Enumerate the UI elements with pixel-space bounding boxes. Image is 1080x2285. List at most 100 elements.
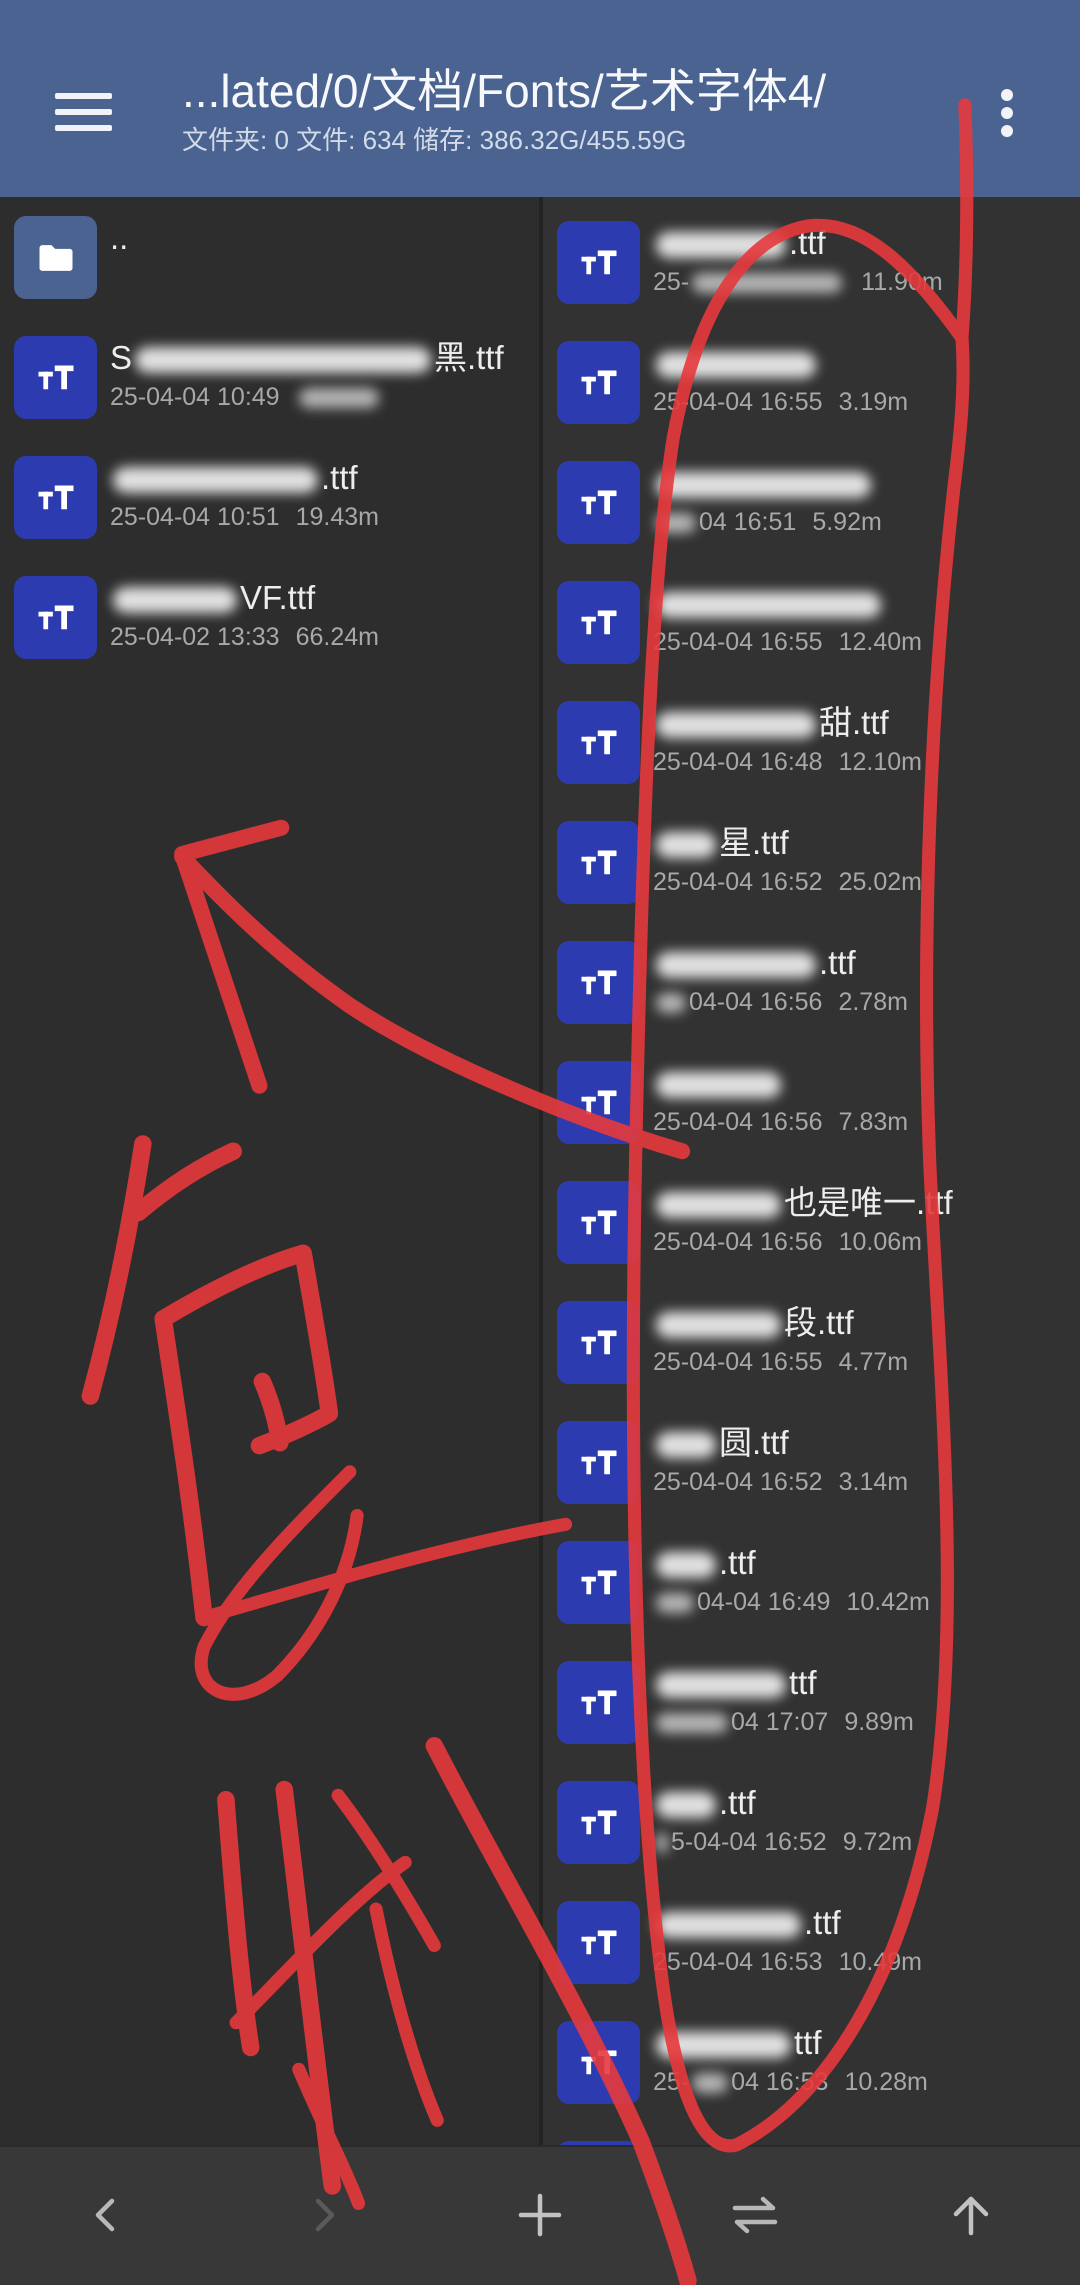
file-size: 11.90m (861, 268, 943, 296)
file-name-suffix: 黑.ttf (434, 339, 504, 376)
file-meta: 04-04 16:56 2.78m (653, 986, 908, 1018)
font-file-row[interactable]: .ttf 25- 11.90m (543, 202, 1080, 322)
file-name-suffix: .ttf (719, 1784, 756, 1821)
font-file-icon (14, 456, 97, 539)
file-name (653, 1063, 784, 1103)
font-file-row[interactable]: 星.ttf 25-04-04 16:52 25.02m (543, 802, 1080, 922)
font-file-row[interactable]: .ttf 5-04-04 16:52 9.72m (543, 1762, 1080, 1882)
file-size: 66.24m (295, 623, 379, 651)
file-date: 04-04 16:56 (689, 988, 823, 1016)
file-meta: 25- 04 16:53 10.28m (653, 2066, 928, 2098)
file-size: 12.40m (838, 628, 922, 656)
file-name-suffix: VF.ttf (240, 579, 316, 616)
blurred-text (656, 832, 716, 859)
file-date: 25-04-04 16:55 (653, 388, 823, 416)
font-file-icon (557, 1061, 640, 1144)
font-file-row[interactable]: 25-04-04 16:56 7.83m (543, 1042, 1080, 1162)
file-name-suffix: ttf (789, 1664, 817, 1701)
font-file-icon (557, 1661, 640, 1744)
file-name-suffix: 星.ttf (719, 824, 789, 861)
file-size: 25.02m (838, 868, 922, 896)
file-date: 04 16:51 (699, 508, 797, 536)
font-file-icon (557, 701, 640, 784)
font-file-row[interactable]: VF.ttf 25-04-02 13:33 66.24m (0, 557, 539, 677)
font-file-row[interactable]: 也是唯一.ttf 25-04-04 16:56 10.06m (543, 1162, 1080, 1282)
blurred-text (656, 1833, 668, 1854)
file-name-suffix: .ttf (819, 944, 856, 981)
font-file-icon (557, 941, 640, 1024)
file-date: 04 16:53 (731, 2068, 829, 2096)
file-size: 10.06m (838, 1228, 922, 1256)
blurred-text (113, 467, 318, 494)
more-vertical-icon[interactable] (995, 86, 1019, 140)
font-file-row[interactable]: .ttf 25-04-04 10:51 19.43m (0, 437, 539, 557)
file-meta: 25-04-04 16:55 4.77m (653, 1346, 908, 1378)
folder-icon (14, 216, 97, 299)
hamburger-menu-icon[interactable] (55, 93, 112, 131)
font-file-icon (557, 461, 640, 544)
font-file-row[interactable]: .ttf 04-04 16:56 2.78m (543, 922, 1080, 1042)
font-file-row[interactable]: S 黑.ttf 25-04-04 10:49 (0, 317, 539, 437)
file-size: 12.10m (838, 748, 922, 776)
file-meta: 25-04-04 16:48 12.10m (653, 746, 922, 778)
file-name-prefix: S (110, 339, 133, 376)
blurred-text (656, 352, 816, 379)
left-file-pane[interactable]: .. S 黑.ttf 25-04-04 10:49 .ttf 25-04-04 10:51… (0, 197, 539, 2145)
font-file-row[interactable]: 甜.ttf 25-04-04 16:48 12.10m (543, 682, 1080, 802)
back-chevron-icon (95, 2198, 115, 2232)
font-file-row[interactable]: 04 16:51 5.92m (543, 442, 1080, 562)
blurred-text (656, 1432, 716, 1459)
blurred-text (656, 472, 871, 499)
file-date: 04 17:07 (731, 1708, 829, 1736)
file-date: 25-04-04 16:53 (653, 1948, 823, 1976)
font-file-row[interactable]: 圆.ttf 25-04-04 16:52 3.14m (543, 1402, 1080, 1522)
font-file-row[interactable]: 25-04-04 16:55 3.19m (543, 322, 1080, 442)
file-date: 25-04-04 16:56 (653, 1108, 823, 1136)
file-date: 25-04-04 16:55 (653, 1348, 823, 1376)
add-button[interactable] (510, 2185, 570, 2245)
file-name: .ttf (653, 1543, 756, 1583)
parent-folder-row[interactable]: .. (0, 197, 539, 317)
font-file-row[interactable]: ttf 04 17:07 9.89m (543, 1642, 1080, 1762)
file-name-suffix: .ttf (719, 1544, 756, 1581)
font-file-icon (557, 581, 640, 664)
blurred-text (656, 1593, 694, 1614)
blurred-text (113, 587, 237, 614)
file-name-suffix: .ttf (789, 224, 826, 261)
file-meta: 25-04-04 10:49 (110, 381, 382, 413)
font-file-icon (557, 2021, 640, 2104)
file-name-prefix: .. (110, 219, 129, 256)
right-file-pane[interactable]: .ttf 25- 11.90m 25-04-04 16:55 3.19m 04 16:51… (543, 197, 1080, 2145)
file-name: .ttf (653, 943, 856, 983)
blurred-text (692, 273, 843, 294)
back-button[interactable] (76, 2185, 136, 2245)
file-date: 25-04-04 10:49 (110, 383, 280, 411)
font-file-icon (14, 576, 97, 659)
font-file-row[interactable]: .ttf 25-04-04 16:53 10.49m (543, 1882, 1080, 2002)
font-file-row[interactable]: ttf 25- 04 16:53 10.28m (543, 2002, 1080, 2122)
font-file-icon (557, 1301, 640, 1384)
file-size: 10.49m (838, 1948, 922, 1976)
file-date: 25-04-02 13:33 (110, 623, 280, 651)
file-date: 04-04 16:49 (697, 1588, 831, 1616)
font-file-row[interactable]: 段.ttf 25-04-04 16:55 4.77m (543, 1282, 1080, 1402)
blurred-text (656, 1072, 781, 1099)
blurred-text (656, 513, 696, 534)
file-date: 25-04-04 16:52 (653, 1468, 823, 1496)
font-file-icon (557, 1421, 640, 1504)
go-up-button[interactable] (941, 2185, 1001, 2245)
path-title[interactable]: ...lated/0/文档/Fonts/艺术字体4/ (182, 63, 826, 119)
file-meta: 25-04-04 16:56 7.83m (653, 1106, 908, 1138)
file-name: 圆.ttf (653, 1423, 789, 1463)
file-meta: 04 16:51 5.92m (653, 506, 882, 538)
forward-chevron-icon (315, 2198, 335, 2232)
font-file-row[interactable]: .ttf 04-04 16:49 10.42m (543, 1522, 1080, 1642)
blurred-text (656, 1672, 786, 1699)
swap-panes-button[interactable] (725, 2185, 785, 2245)
file-name: 段.ttf (653, 1303, 854, 1343)
font-file-row[interactable]: 25-04-04 16:55 12.40m (543, 562, 1080, 682)
file-size: 7.83m (838, 1108, 909, 1136)
font-file-icon (557, 1901, 640, 1984)
forward-button[interactable] (294, 2185, 354, 2245)
font-file-row-partial[interactable] (543, 2122, 1080, 2145)
